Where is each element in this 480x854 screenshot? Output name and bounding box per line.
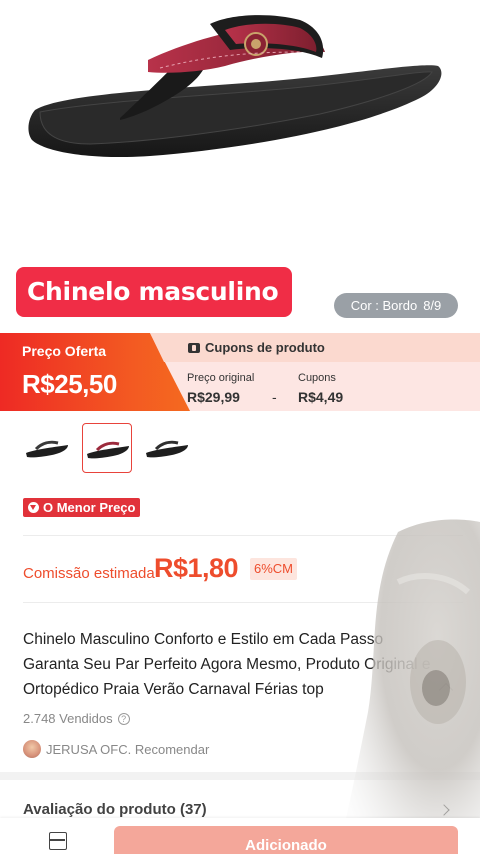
product-reviews-link[interactable]: Avaliação do produto (37)	[23, 801, 207, 818]
flip-flop-thumbnail-icon	[87, 441, 129, 459]
lowest-price-label: O Menor Preço	[43, 500, 136, 515]
sold-count-text: 2.748 Vendidos	[23, 711, 113, 726]
ticket-icon	[188, 342, 200, 353]
help-icon[interactable]: ?	[117, 712, 130, 725]
product-coupons-button[interactable]: Cupons de produto	[188, 340, 325, 355]
commission-percent-badge: 6%CM	[250, 558, 298, 580]
color-variant-label: Cor : Bordo	[350, 298, 418, 313]
variant-thumbnail-preto[interactable]	[22, 423, 72, 473]
coupons-discount-value: R$4,49	[298, 389, 344, 405]
recommender-row[interactable]: JERUSA OFC. Recomendar	[23, 740, 209, 758]
product-title-banner: Chinelo masculino	[16, 267, 292, 317]
coupons-discount-label: Cupons	[298, 372, 336, 384]
add-to-showcase-button[interactable]: Adicionado	[114, 826, 458, 854]
color-variant-badge[interactable]: Cor : Bordo 8/9	[334, 293, 458, 318]
product-coupons-label: Cupons de produto	[205, 340, 325, 355]
variant-thumbnail-marrom[interactable]	[142, 423, 192, 473]
bottom-action-bar: Adicionado	[0, 818, 480, 854]
sold-count: 2.748 Vendidos ?	[23, 711, 130, 726]
commission-label: Comissão estimada	[23, 565, 155, 582]
price-separator: -	[272, 389, 277, 405]
original-price-value: R$29,99	[187, 389, 240, 405]
original-price-label: Preço original	[187, 372, 255, 384]
image-counter: 8/9	[423, 298, 442, 313]
flip-flop-thumbnail-icon	[146, 440, 188, 458]
price-band: Preço Oferta R$25,50 Cupons de produto P…	[0, 333, 480, 411]
flip-flop-thumbnail-icon	[26, 440, 68, 458]
commission-value: R$1,80	[154, 553, 239, 583]
offer-price-value: R$25,50	[22, 369, 117, 399]
lowest-price-badge: O Menor Preço	[23, 498, 141, 517]
down-arrow-icon	[28, 502, 39, 513]
flip-flop-illustration	[28, 15, 442, 158]
recommender-text: JERUSA OFC. Recomendar	[46, 741, 210, 757]
floating-video-preview[interactable]	[338, 512, 480, 854]
avatar	[23, 740, 41, 758]
variant-thumbnail-bordo[interactable]	[82, 423, 132, 473]
store-icon[interactable]	[49, 832, 67, 850]
offer-price-label: Preço Oferta	[22, 343, 107, 359]
